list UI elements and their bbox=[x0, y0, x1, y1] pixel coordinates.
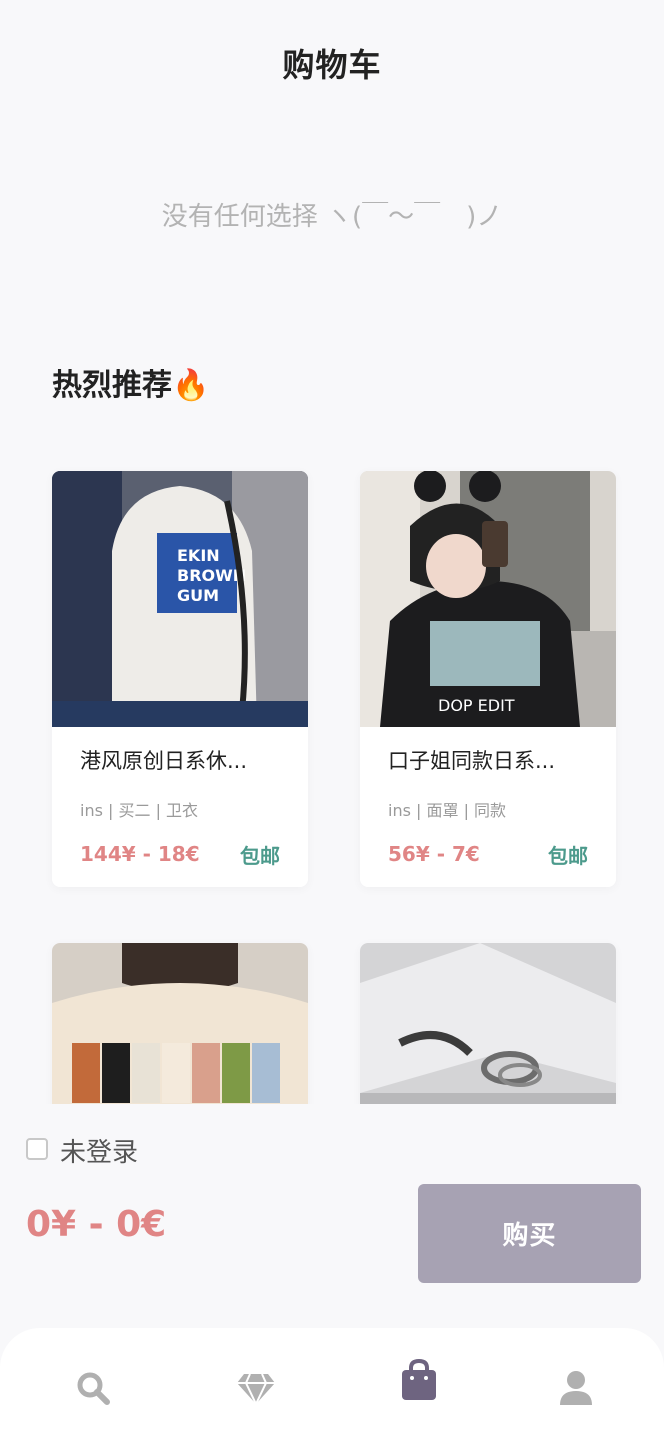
product-tags: ins | 买二 | 卫衣 bbox=[80, 801, 199, 820]
page-title: 购物车 bbox=[282, 46, 382, 84]
product-image bbox=[360, 943, 616, 1104]
product-card[interactable] bbox=[360, 943, 616, 1104]
product-image bbox=[52, 943, 308, 1104]
svg-text:GUM: GUM bbox=[177, 586, 219, 605]
bottom-tab-bar bbox=[0, 1328, 664, 1450]
product-image: EKIN BROWN GUM bbox=[52, 471, 308, 727]
shopping-bag-icon bbox=[402, 1358, 436, 1400]
product-name: 港风原创日系休... bbox=[80, 749, 248, 773]
product-card[interactable]: DOP EDIT 口子姐同款日系... ins | 面罩 | 同款 56¥ - … bbox=[360, 471, 616, 887]
free-shipping-badge: 包邮 bbox=[240, 843, 280, 868]
tab-discover[interactable] bbox=[234, 1366, 278, 1410]
empty-cart-message: 没有任何选择 ヽ(￣～￣ )ノ bbox=[161, 202, 503, 232]
product-card[interactable]: EKIN BROWN GUM 港风原创日系休... ins | 买二 | 卫衣 … bbox=[52, 471, 308, 887]
login-status-label: 未登录 bbox=[60, 1138, 139, 1168]
recommend-section-title: 热烈推荐🔥 bbox=[52, 368, 210, 403]
tab-cart[interactable] bbox=[397, 1358, 441, 1402]
total-price: 0¥ - 0€ bbox=[26, 1204, 167, 1245]
product-price: 56¥ - 7€ bbox=[388, 842, 480, 866]
search-icon bbox=[77, 1372, 110, 1405]
checkout-panel: 未登录 0¥ - 0€ 购买 bbox=[0, 1104, 664, 1330]
svg-text:EKIN: EKIN bbox=[177, 546, 220, 565]
product-name: 口子姐同款日系... bbox=[388, 749, 556, 773]
tab-search[interactable] bbox=[71, 1366, 115, 1410]
product-tags: ins | 面罩 | 同款 bbox=[388, 801, 507, 820]
login-checkbox[interactable] bbox=[26, 1138, 48, 1160]
tab-profile[interactable] bbox=[554, 1366, 598, 1410]
user-icon bbox=[560, 1371, 592, 1405]
product-image: DOP EDIT bbox=[360, 471, 616, 727]
svg-text:BROWN: BROWN bbox=[177, 566, 246, 585]
product-card[interactable] bbox=[52, 943, 308, 1104]
svg-text:DOP EDIT: DOP EDIT bbox=[438, 696, 515, 715]
buy-button[interactable]: 购买 bbox=[418, 1184, 641, 1283]
product-price: 144¥ - 18€ bbox=[80, 842, 200, 866]
cart-scroll-area[interactable]: 购物车 没有任何选择 ヽ(￣～￣ )ノ 热烈推荐🔥 EKIN BROWN GUM… bbox=[0, 0, 664, 1104]
free-shipping-badge: 包邮 bbox=[548, 843, 588, 868]
diamond-icon bbox=[237, 1373, 275, 1406]
